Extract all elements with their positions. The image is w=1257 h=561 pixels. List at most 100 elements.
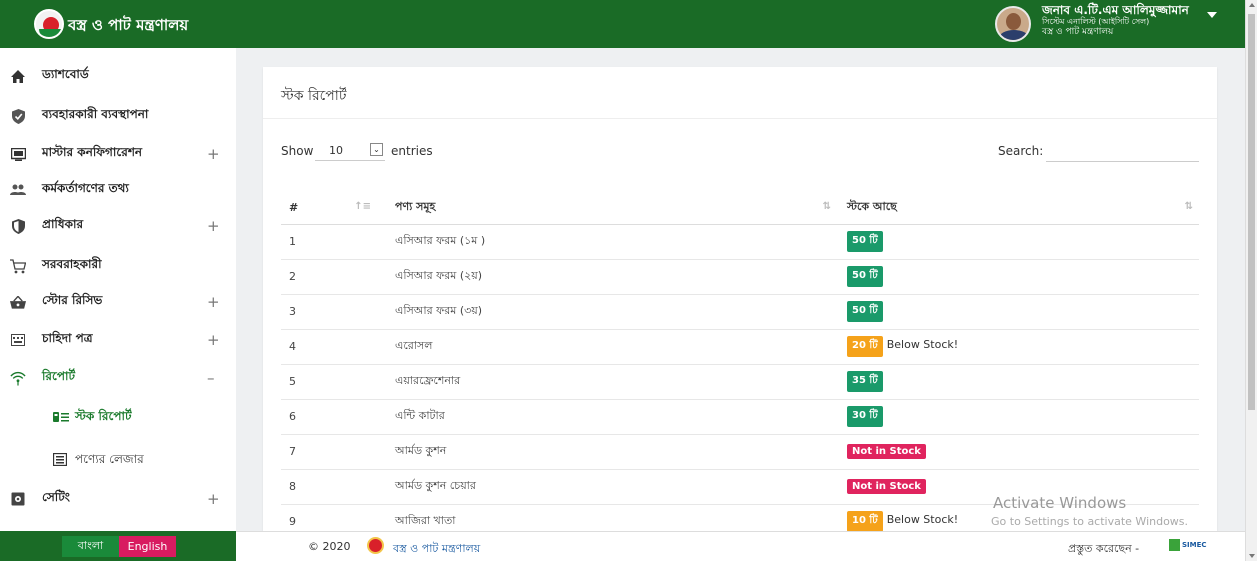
sidebar: ড্যাশবোর্ড ব্যবহারকারী ব্যবস্থাপনা মাস্ট… [0,48,236,531]
stock-badge: 50 টি [847,266,883,287]
language-switcher: বাংলা English [0,531,236,561]
sidebar-item-label: সেটিং [42,490,70,504]
lang-english-button[interactable]: English [119,536,176,557]
sidebar-item-label: স্টোর রিসিভ [42,293,103,307]
sidebar-item-label: সরবরাহকারী [42,257,102,271]
expand-plus-icon[interactable]: + [207,217,220,235]
row-number: 2 [281,259,377,295]
page-size-select[interactable]: 10 ⌄ [315,139,385,161]
sort-icon: ⇅ [1184,201,1193,212]
show-label: Show [281,144,314,158]
simec-logo[interactable]: SIMEC [1169,538,1209,552]
sidebar-item-settings[interactable]: সেটিং + [0,481,236,517]
row-number: 8 [281,469,377,505]
sidebar-subitem-product-ledger[interactable]: পণ্যের লেজার [0,441,236,481]
footer-ministry-link[interactable]: বস্ত্র ও পাট মন্ত্রণালয় [393,540,480,559]
keyboard-icon [10,332,26,348]
shield-check-icon [10,108,26,124]
product-name: আজিরা খাতা [377,504,837,531]
stock-badge: 30 টি [847,406,883,427]
scroll-down-icon[interactable] [1249,554,1255,558]
brand-title[interactable]: বস্ত্র ও পাট মন্ত্রণালয় [68,14,188,39]
sidebar-item-requisition[interactable]: চাহিদা পত্র + [0,322,236,358]
sidebar-item-label: প্রাধিকার [42,217,84,231]
row-number: 5 [281,364,377,400]
row-number: 9 [281,504,377,531]
cart-icon [10,258,26,274]
column-label: পণ্য সমূহ [395,199,436,213]
row-number: 6 [281,399,377,435]
row-number: 7 [281,434,377,470]
user-role: সিস্টেম এনালিস্ট (আইসিটি সেল) [1042,17,1150,27]
table-row: 2 এসিআর ফরম (২য়) 50 টি [281,259,1199,295]
expand-plus-icon[interactable]: + [207,490,220,508]
scroll-thumb[interactable] [1248,14,1255,410]
sidebar-item-officers[interactable]: কর্মকর্তাগণের তথ্য [0,172,236,208]
entries-label: entries [391,144,433,158]
sidebar-item-label: চাহিদা পত্র [42,331,93,345]
scroll-up-icon[interactable] [1249,3,1255,7]
column-label: স্টকে আছে [847,199,897,213]
gear-icon [10,491,26,507]
stock-report-card: স্টক রিপোর্ট Show 10 ⌄ entries Search: #… [263,67,1217,531]
ministry-logo[interactable] [34,9,64,39]
column-label: # [289,200,299,214]
stock-cell: 50 টি [837,224,1199,260]
avatar[interactable] [995,6,1031,42]
sidebar-item-dashboard[interactable]: ড্যাশবোর্ড [0,58,236,94]
stock-cell: 50 টি [837,294,1199,330]
column-header-stock[interactable]: স্টকে আছে ⇅ [837,191,1199,225]
ministry-logo-small [367,537,384,554]
monitor-icon [10,146,26,162]
sidebar-item-label: ড্যাশবোর্ড [42,67,89,81]
user-info[interactable]: জনাব এ.টি.এম আলিমুজ্জামান সিস্টেম এনালিস… [1042,3,1189,38]
expand-plus-icon[interactable]: + [207,331,220,349]
product-name: আর্মড কুশন চেয়ার [377,469,837,505]
page-title: স্টক রিপোর্ট [281,88,347,104]
sidebar-item-suppliers[interactable]: সরবরাহকারী [0,248,236,284]
stock-table: # ↑≡ পণ্য সমূহ ⇅ স্টকে আছে ⇅ 1 এসিআর ফরম (১ম… [281,191,1199,531]
expand-plus-icon[interactable]: + [207,293,220,311]
expand-plus-icon[interactable]: + [207,145,220,163]
column-header-product[interactable]: পণ্য সমূহ ⇅ [377,191,837,225]
sidebar-item-user-management[interactable]: ব্যবহারকারী ব্যবস্থাপনা [0,98,236,134]
product-name: আর্মড কুশন [377,434,837,470]
search-input[interactable] [1046,137,1199,162]
sidebar-item-store-receive[interactable]: স্টোর রিসিভ + [0,284,236,320]
table-row: 3 এসিআর ফরম (৩য়) 50 টি [281,294,1199,330]
search-label: Search: [998,144,1044,158]
sidebar-item-label: মাস্টার কনফিগারেশন [42,145,143,159]
svg-text:SIMEC: SIMEC [1182,541,1207,549]
stock-badge: 10 টি [847,511,883,531]
list-icon [53,411,69,425]
column-header-number[interactable]: # ↑≡ [281,191,377,225]
page-scrollbar[interactable] [1245,0,1257,561]
stock-badge: Not in Stock [847,444,926,459]
sidebar-item-label: ব্যবহারকারী ব্যবস্থাপনা [42,107,149,121]
stock-badge: 20 টি [847,336,883,357]
stock-note: Below Stock! [886,513,959,526]
sidebar-item-master-config[interactable]: মাস্টার কনফিগারেশন + [0,136,236,172]
top-bar: বস্ত্র ও পাট মন্ত্রণালয় জনাব এ.টি.এম আল… [0,0,1245,48]
sidebar-subitem-stock-report[interactable]: স্টক রিপোর্ট [0,398,236,438]
stock-note: Below Stock! [886,338,959,351]
activate-windows-watermark: Activate Windows [993,494,1127,512]
made-by-label: প্রস্তুত করেছেন - [1068,542,1140,555]
wifi-icon [10,370,26,386]
sidebar-item-report[interactable]: রিপোর্ট – [0,360,236,396]
activate-windows-hint: Go to Settings to activate Windows. [991,515,1189,528]
product-name: এসিআর ফরম (৩য়) [377,294,837,330]
sort-icon: ⇅ [822,201,831,212]
collapse-minus-icon[interactable]: – [207,369,215,387]
lang-bangla-button[interactable]: বাংলা [62,536,119,557]
table-row: 1 এসিআর ফরম (১ম ) 50 টি [281,224,1199,260]
user-name: জনাব এ.টি.এম আলিমুজ্জামান [1042,3,1189,17]
sidebar-item-authority[interactable]: প্রাধিকার + [0,208,236,244]
ledger-icon [52,452,68,469]
table-row: 7 আর্মড কুশন Not in Stock [281,434,1199,470]
sidebar-subitem-label: স্টক রিপোর্ট [75,409,132,423]
user-menu-caret-icon[interactable] [1207,12,1217,18]
card-header: স্টক রিপোর্ট [263,67,1217,119]
stock-cell: 30 টি [837,399,1199,435]
home-icon [10,68,26,84]
